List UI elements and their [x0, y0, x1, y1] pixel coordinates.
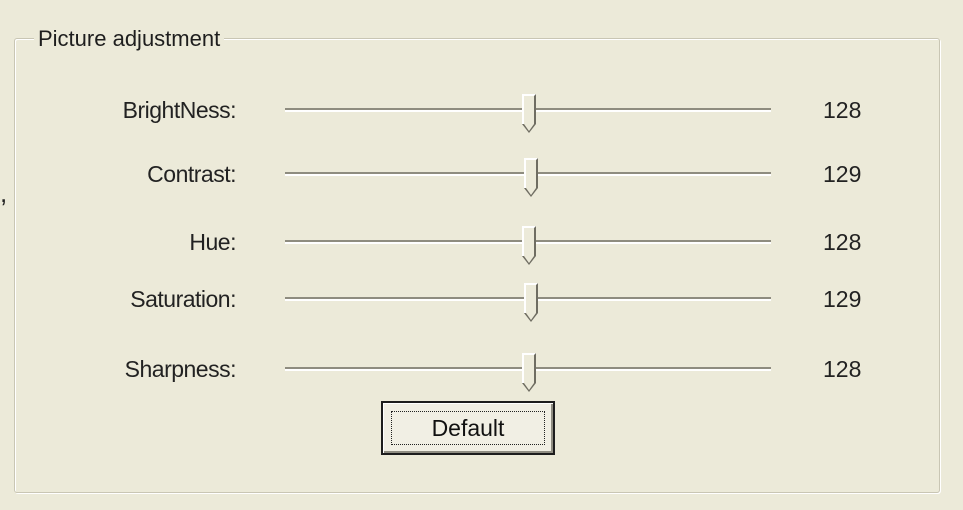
sharpness-label: Sharpness:	[124, 356, 237, 382]
contrast-label: Contrast:	[147, 161, 236, 187]
saturation-slider-thumb[interactable]	[523, 283, 538, 322]
sharpness-value: 128	[823, 356, 862, 382]
groupbox-title: Picture adjustment	[34, 26, 225, 52]
saturation-value: 129	[823, 286, 862, 312]
default-button[interactable]: Default	[381, 401, 555, 455]
default-button-label: Default	[431, 415, 505, 441]
hue-label: Hue:	[189, 229, 236, 255]
hue-slider-thumb[interactable]	[521, 226, 536, 265]
contrast-slider-thumb[interactable]	[523, 158, 538, 197]
slider-row-contrast: Contrast: 129	[0, 148, 963, 208]
slider-row-hue: Hue: 128	[0, 216, 963, 276]
slider-row-sharpness: Sharpness: 128	[0, 343, 963, 403]
saturation-label: Saturation:	[130, 286, 236, 312]
contrast-value: 129	[823, 161, 862, 187]
hue-value: 128	[823, 229, 862, 255]
brightness-slider-thumb[interactable]	[521, 94, 536, 133]
brightness-label: BrightNess:	[122, 97, 237, 123]
sharpness-slider-thumb[interactable]	[521, 353, 536, 392]
brightness-value: 128	[823, 97, 862, 123]
slider-row-saturation: Saturation: 129	[0, 273, 963, 333]
slider-row-brightness: BrightNess: 128	[0, 84, 963, 144]
